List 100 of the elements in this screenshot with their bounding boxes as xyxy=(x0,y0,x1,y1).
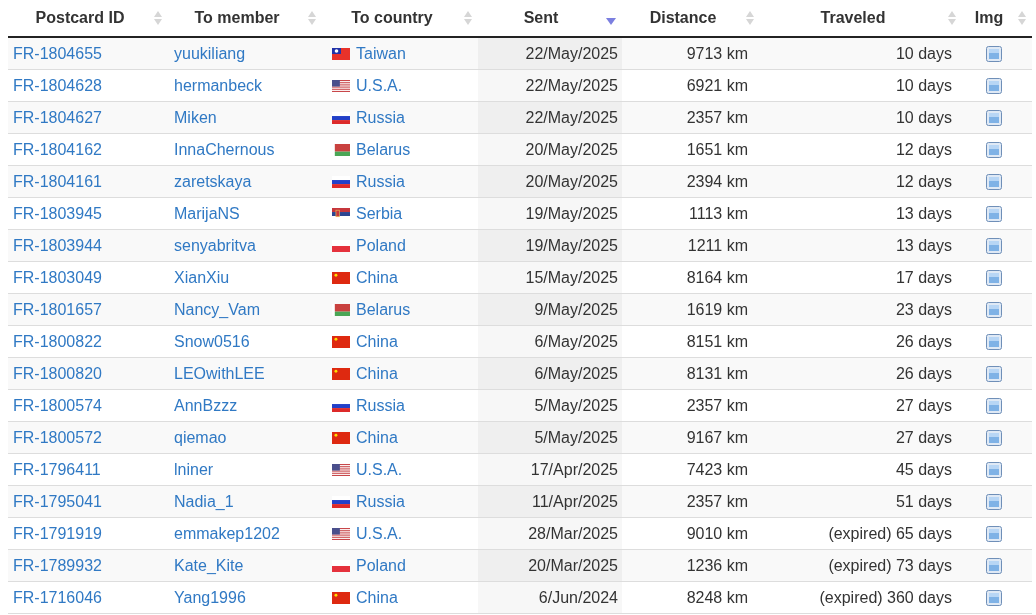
postcard-id-link[interactable]: FR-1789932 xyxy=(13,553,102,578)
image-icon[interactable] xyxy=(986,109,1002,126)
sent-date: 5/May/2025 xyxy=(534,395,618,416)
distance-value: 8131 km xyxy=(686,363,748,384)
country-link[interactable]: U.S.A. xyxy=(356,457,403,482)
postcard-id-link[interactable]: FR-1791919 xyxy=(13,521,102,546)
country-link[interactable]: Serbia xyxy=(356,201,403,226)
member-link[interactable]: MarijaNS xyxy=(174,201,240,226)
member-link[interactable]: senyabritva xyxy=(174,233,256,258)
image-icon[interactable] xyxy=(986,493,1002,510)
postcard-id-link[interactable]: FR-1804627 xyxy=(13,105,102,130)
postcard-id-link[interactable]: FR-1800822 xyxy=(13,329,102,354)
image-icon[interactable] xyxy=(986,173,1002,190)
column-header[interactable]: Distance xyxy=(622,6,744,30)
traveled-value: 12 days xyxy=(895,139,952,160)
image-icon[interactable] xyxy=(986,269,1002,286)
country-link[interactable]: Russia xyxy=(356,169,405,194)
country-link[interactable]: China xyxy=(356,585,398,610)
country-link[interactable]: China xyxy=(356,265,398,290)
column-header[interactable]: To member xyxy=(168,6,306,30)
traveled-value: 23 days xyxy=(895,299,952,320)
image-icon[interactable] xyxy=(986,205,1002,222)
member-link[interactable]: lniner xyxy=(174,457,214,482)
member-link[interactable]: Yang1996 xyxy=(174,585,246,610)
image-icon[interactable] xyxy=(986,45,1002,62)
postcard-id-link[interactable]: FR-1800820 xyxy=(13,361,102,386)
member-link[interactable]: Kate_Kite xyxy=(174,553,244,578)
member-link[interactable]: emmakep1202 xyxy=(174,521,280,546)
postcard-id-link[interactable]: FR-1804162 xyxy=(13,137,102,162)
image-icon[interactable] xyxy=(986,333,1002,350)
image-icon[interactable] xyxy=(986,237,1002,254)
member-link[interactable]: zaretskaya xyxy=(174,169,252,194)
image-icon[interactable] xyxy=(986,525,1002,542)
postcard-id-link[interactable]: FR-1804655 xyxy=(13,41,102,66)
column-header[interactable]: Img xyxy=(962,6,1016,30)
image-icon[interactable] xyxy=(986,397,1002,414)
sort-descending-icon[interactable] xyxy=(606,18,616,26)
country-link[interactable]: Russia xyxy=(356,393,405,418)
country-link[interactable]: Belarus xyxy=(356,137,411,162)
postcard-id-link[interactable]: FR-1801657 xyxy=(13,297,102,322)
column-header[interactable]: Postcard ID xyxy=(8,6,152,30)
traveled-value: 13 days xyxy=(895,203,952,224)
member-link[interactable]: LEOwithLEE xyxy=(174,361,265,386)
country-link[interactable]: Poland xyxy=(356,233,406,258)
country-link[interactable]: China xyxy=(356,329,398,354)
distance-value: 9010 km xyxy=(686,523,748,544)
sent-date: 28/Mar/2025 xyxy=(528,523,618,544)
postcard-id-link[interactable]: FR-1800574 xyxy=(13,393,102,418)
country-link[interactable]: Russia xyxy=(356,489,405,514)
country-link[interactable]: China xyxy=(356,425,398,450)
member-link[interactable]: InnaChernous xyxy=(174,137,275,162)
traveled-value: 10 days xyxy=(895,43,952,64)
column-header[interactable]: To country xyxy=(322,6,462,30)
country-link[interactable]: Taiwan xyxy=(356,41,406,66)
column-header[interactable]: Sent xyxy=(478,6,604,30)
member-link[interactable]: Nancy_Vam xyxy=(174,297,260,322)
postcard-id-link[interactable]: FR-1795041 xyxy=(13,489,102,514)
distance-value: 9713 km xyxy=(686,43,748,64)
traveled-value: 26 days xyxy=(895,363,952,384)
member-link[interactable]: hermanbeck xyxy=(174,73,263,98)
postcard-id-link[interactable]: FR-1804628 xyxy=(13,73,102,98)
member-link[interactable]: qiemao xyxy=(174,425,227,450)
postcard-id-link[interactable]: FR-1800572 xyxy=(13,425,102,450)
sent-date: 6/May/2025 xyxy=(534,363,618,384)
postcard-id-link[interactable]: FR-1803049 xyxy=(13,265,102,290)
distance-value: 2357 km xyxy=(686,491,748,512)
distance-value: 1113 km xyxy=(689,203,748,224)
image-icon[interactable] xyxy=(986,461,1002,478)
country-link[interactable]: Poland xyxy=(356,553,406,578)
image-icon[interactable] xyxy=(986,301,1002,318)
country-link[interactable]: Russia xyxy=(356,105,405,130)
sent-date: 22/May/2025 xyxy=(525,43,618,64)
postcard-id-link[interactable]: FR-1803944 xyxy=(13,233,102,258)
image-icon[interactable] xyxy=(986,429,1002,446)
sent-date: 22/May/2025 xyxy=(525,107,618,128)
traveled-value: 27 days xyxy=(895,427,952,448)
member-link[interactable]: Snow0516 xyxy=(174,329,250,354)
postcard-id-link[interactable]: FR-1803945 xyxy=(13,201,102,226)
postcard-id-link[interactable]: FR-1796411 xyxy=(13,457,101,482)
country-link[interactable]: Belarus xyxy=(356,297,411,322)
member-link[interactable]: XianXiu xyxy=(174,265,230,290)
image-icon[interactable] xyxy=(986,77,1002,94)
member-link[interactable]: Nadia_1 xyxy=(174,489,234,514)
distance-value: 2394 km xyxy=(686,171,748,192)
distance-value: 8248 km xyxy=(686,587,748,608)
country-link[interactable]: China xyxy=(356,361,398,386)
postcard-id-link[interactable]: FR-1804161 xyxy=(13,169,102,194)
column-header[interactable]: Traveled xyxy=(760,6,946,30)
image-icon[interactable] xyxy=(986,589,1002,606)
image-icon[interactable] xyxy=(986,557,1002,574)
sent-date: 20/May/2025 xyxy=(525,171,618,192)
country-link[interactable]: U.S.A. xyxy=(356,521,403,546)
member-link[interactable]: yuukiliang xyxy=(174,41,246,66)
member-link[interactable]: AnnBzzz xyxy=(174,393,238,418)
member-link[interactable]: Miken xyxy=(174,105,217,130)
country-link[interactable]: U.S.A. xyxy=(356,73,403,98)
image-icon[interactable] xyxy=(986,365,1002,382)
image-icon[interactable] xyxy=(986,141,1002,158)
postcard-id-link[interactable]: FR-1716046 xyxy=(13,585,102,610)
sent-date: 11/Apr/2025 xyxy=(532,491,618,512)
